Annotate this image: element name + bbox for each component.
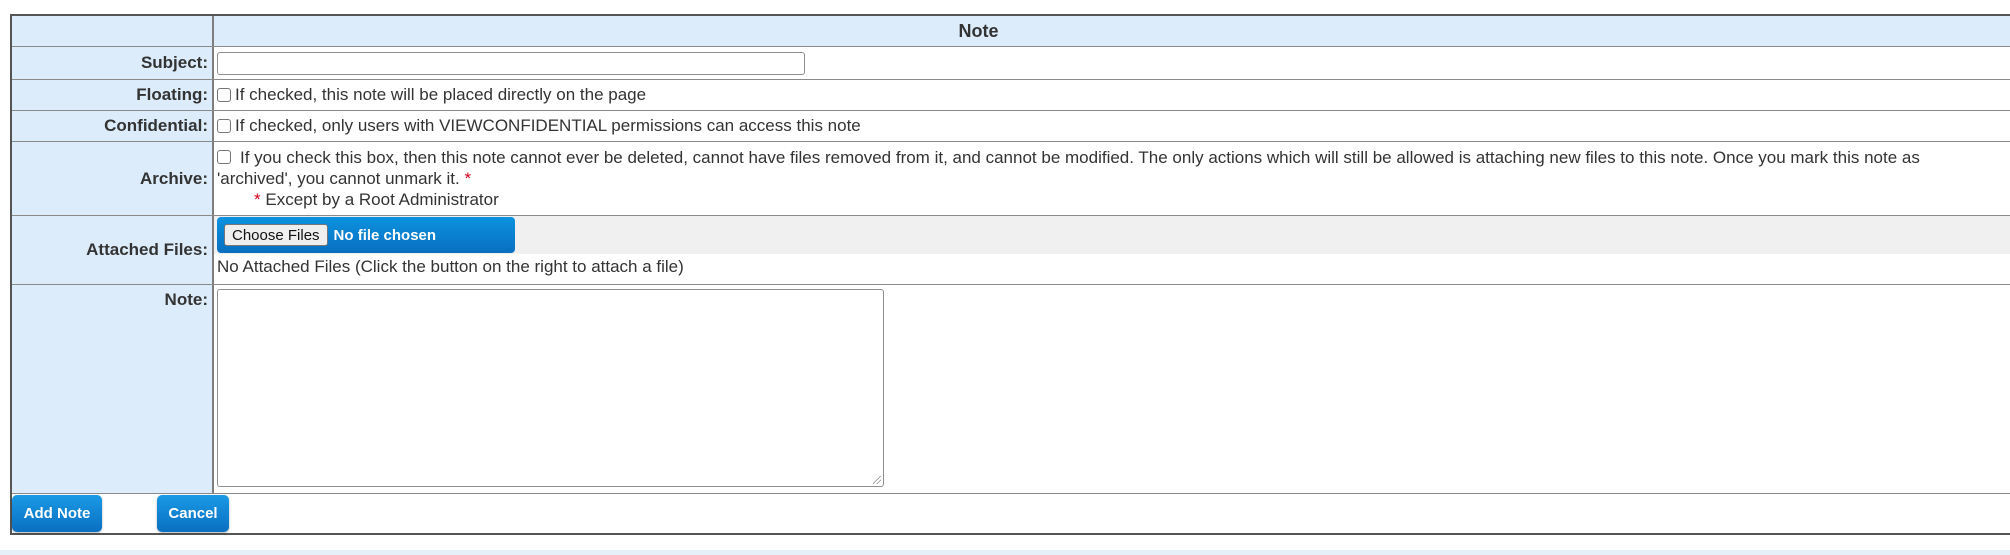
cancel-button[interactable]: Cancel — [157, 495, 229, 532]
attached-files-label: Attached Files: — [12, 216, 214, 284]
choose-files-button[interactable]: Choose Files — [224, 224, 328, 246]
note-label: Note: — [12, 285, 214, 493]
header-label-cell — [12, 16, 214, 46]
file-upload-control[interactable]: Choose Files No file chosen — [217, 217, 515, 253]
subject-input[interactable] — [217, 51, 805, 75]
add-note-button[interactable]: Add Note — [12, 495, 102, 532]
floating-checkbox[interactable] — [217, 88, 231, 102]
floating-row: Floating: If checked, this note will be … — [12, 80, 2010, 111]
attached-files-row: Attached Files: Choose Files No file cho… — [12, 216, 2010, 285]
confidential-row: Confidential: If checked, only users wit… — [12, 111, 2010, 142]
archive-checkbox[interactable] — [217, 150, 231, 164]
footnote-star: * — [254, 190, 261, 209]
floating-label: Floating: — [12, 80, 214, 110]
form-title: Note — [214, 16, 2010, 46]
subject-row: Subject: — [12, 47, 2010, 80]
note-textarea[interactable] — [217, 289, 884, 487]
note-form: Note Subject: Floating: If checked, this… — [10, 14, 2010, 535]
page-footer-bar — [0, 550, 2010, 555]
form-header-row: Note — [12, 16, 2010, 47]
no-file-chosen-text: No file chosen — [333, 226, 437, 244]
resize-handle-icon[interactable] — [873, 476, 881, 484]
confidential-description: If checked, only users with VIEWCONFIDEN… — [235, 116, 861, 135]
archive-label: Archive: — [12, 142, 214, 215]
note-row: Note: — [12, 285, 2010, 494]
archive-row: Archive: If you check this box, then thi… — [12, 142, 2010, 216]
confidential-label: Confidential: — [12, 111, 214, 141]
floating-description: If checked, this note will be placed dir… — [235, 85, 647, 104]
subject-label: Subject: — [12, 47, 214, 79]
no-attached-files-text: No Attached Files (Click the button on t… — [217, 257, 684, 276]
archive-description: If you check this box, then this note ca… — [240, 148, 1920, 167]
form-actions-row: Add Note Cancel — [12, 494, 2010, 533]
confidential-checkbox[interactable] — [217, 119, 231, 133]
archive-description-end: 'archived', you cannot unmark it. — [217, 169, 460, 188]
except-note: Except by a Root Administrator — [265, 190, 499, 209]
required-star: * — [464, 169, 472, 188]
